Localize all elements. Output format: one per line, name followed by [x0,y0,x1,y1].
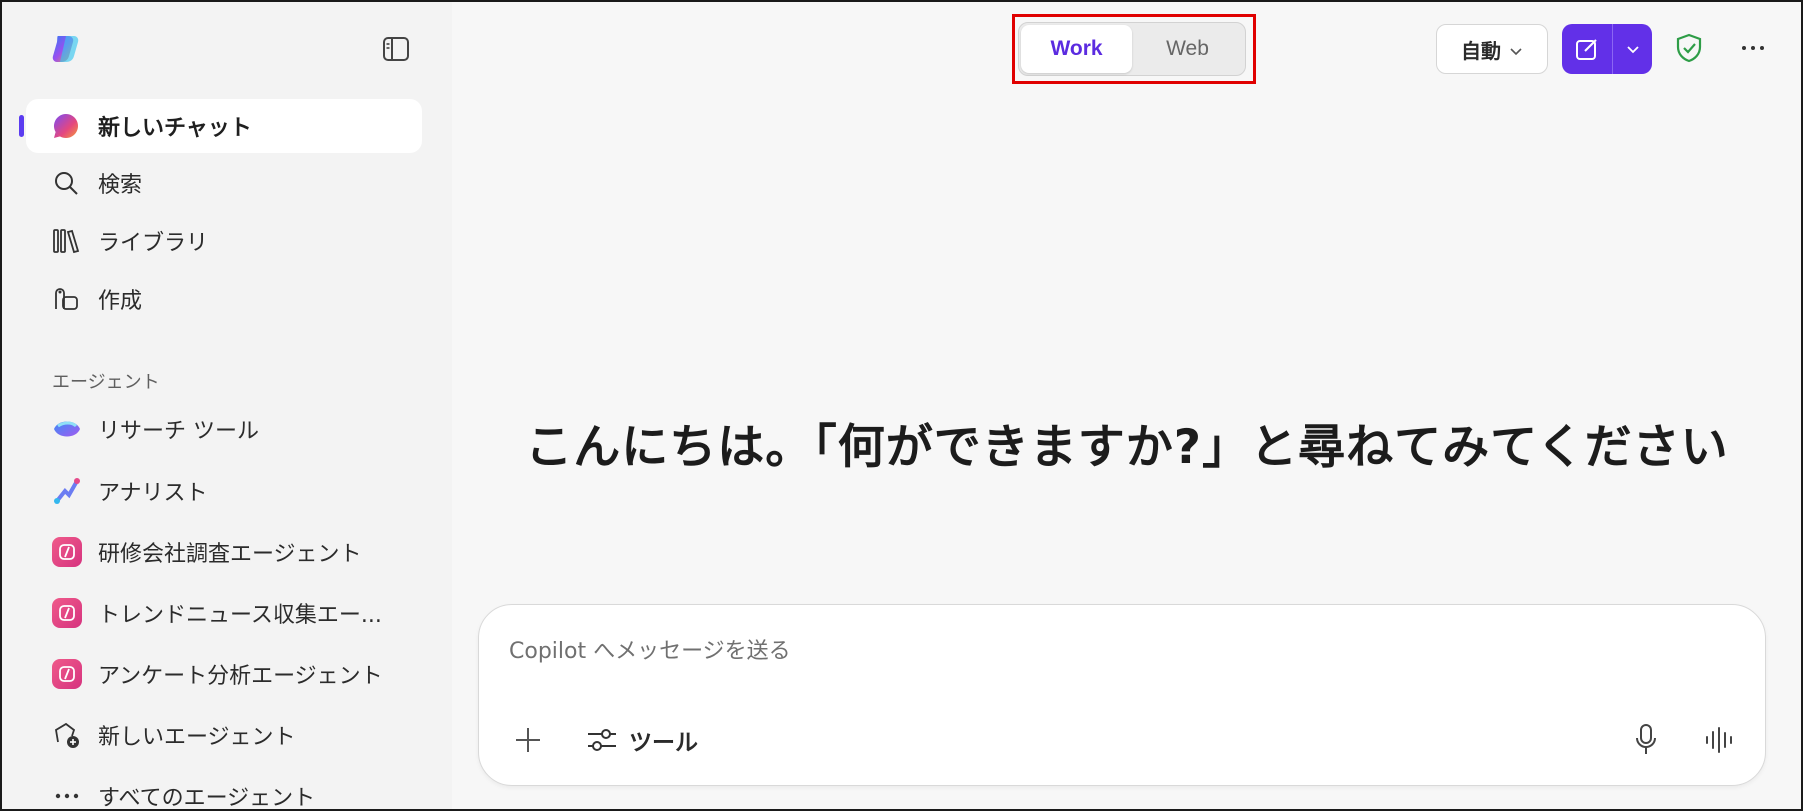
chevron-down-icon [1509,37,1523,61]
agent-label: アナリスト [98,481,208,506]
model-select-value: 自動 [1461,38,1501,63]
sliders-icon [585,723,619,757]
tools-button[interactable]: ツール [585,719,698,761]
plus-icon [516,728,540,752]
sidebar-item-label: 新しいチャット [98,116,252,141]
agents-section-label: エージェント [52,372,160,393]
agent-icon [52,598,82,628]
mode-work-button[interactable]: Work [1021,25,1132,73]
chevron-down-icon [1626,46,1639,54]
more-options-icon[interactable] [1736,32,1770,64]
agent-label: リサーチ ツール [98,419,259,444]
mode-toggle: Work Web [1018,22,1246,76]
voice-waveform-icon [1706,727,1732,753]
agent-icon [52,659,82,689]
agent-icon [52,537,82,567]
sidebar-item-library[interactable]: ライブラリ [26,214,422,268]
new-chat-dropdown-button[interactable] [1613,24,1652,74]
compose-icon [1576,39,1597,60]
agent-label: すべてのエージェント [98,786,316,811]
agent-label: 研修会社調査エージェント [98,542,362,567]
active-indicator [19,115,24,137]
agent-item-researcher[interactable]: リサーチ ツール [52,405,432,453]
microphone-icon [1636,724,1656,754]
shield-check-icon[interactable] [1674,32,1704,64]
new-agent-icon [52,720,82,750]
voice-mode-button[interactable] [1701,721,1737,759]
agent-item-analyst[interactable]: アナリスト [52,467,432,515]
library-icon [52,227,80,255]
researcher-icon [52,414,82,444]
copilot-logo-icon[interactable] [50,32,84,66]
search-icon [52,169,80,197]
agent-item-training-company[interactable]: 研修会社調査エージェント [52,528,432,576]
agent-item-new-agent[interactable]: 新しいエージェント [52,711,432,759]
sidebar-item-search[interactable]: 検索 [26,156,422,210]
message-input[interactable] [509,633,1409,669]
new-chat-split-button [1562,24,1652,74]
tools-label: ツール [629,730,698,756]
microphone-button[interactable] [1629,721,1663,759]
sidebar: 新しいチャット 検索 ライブラリ 作成 エージェント リサーチ ツール アナリス… [2,2,452,811]
agent-item-all-agents[interactable]: すべてのエージェント [52,772,432,811]
message-composer: ツール [478,604,1766,786]
new-chat-button[interactable] [1562,24,1612,74]
agent-label: アンケート分析エージェント [98,664,383,689]
create-icon [52,285,80,313]
model-select[interactable]: 自動 [1436,24,1548,74]
agent-label: 新しいエージェント [98,725,296,750]
app-window: 新しいチャット 検索 ライブラリ 作成 エージェント リサーチ ツール アナリス… [0,0,1803,811]
analyst-icon [52,476,82,506]
sidebar-item-new-chat[interactable]: 新しいチャット [26,99,422,153]
add-attachment-button[interactable] [511,723,545,757]
new-chat-icon [52,112,80,140]
agent-item-trend-news[interactable]: トレンドニュース収集エー... [52,589,432,637]
sidebar-toggle-icon[interactable] [382,36,410,62]
more-icon [52,781,82,809]
sidebar-item-label: 検索 [98,173,143,198]
sidebar-item-label: 作成 [98,289,143,314]
greeting-heading: こんにちは。「何ができますか?」と尋ねてみてください [525,420,1729,475]
agent-label: トレンドニュース収集エー... [98,603,382,628]
sidebar-item-create[interactable]: 作成 [26,272,422,326]
sidebar-item-label: ライブラリ [98,231,209,256]
mode-web-button[interactable]: Web [1132,25,1243,73]
agent-item-survey-analysis[interactable]: アンケート分析エージェント [52,650,432,698]
